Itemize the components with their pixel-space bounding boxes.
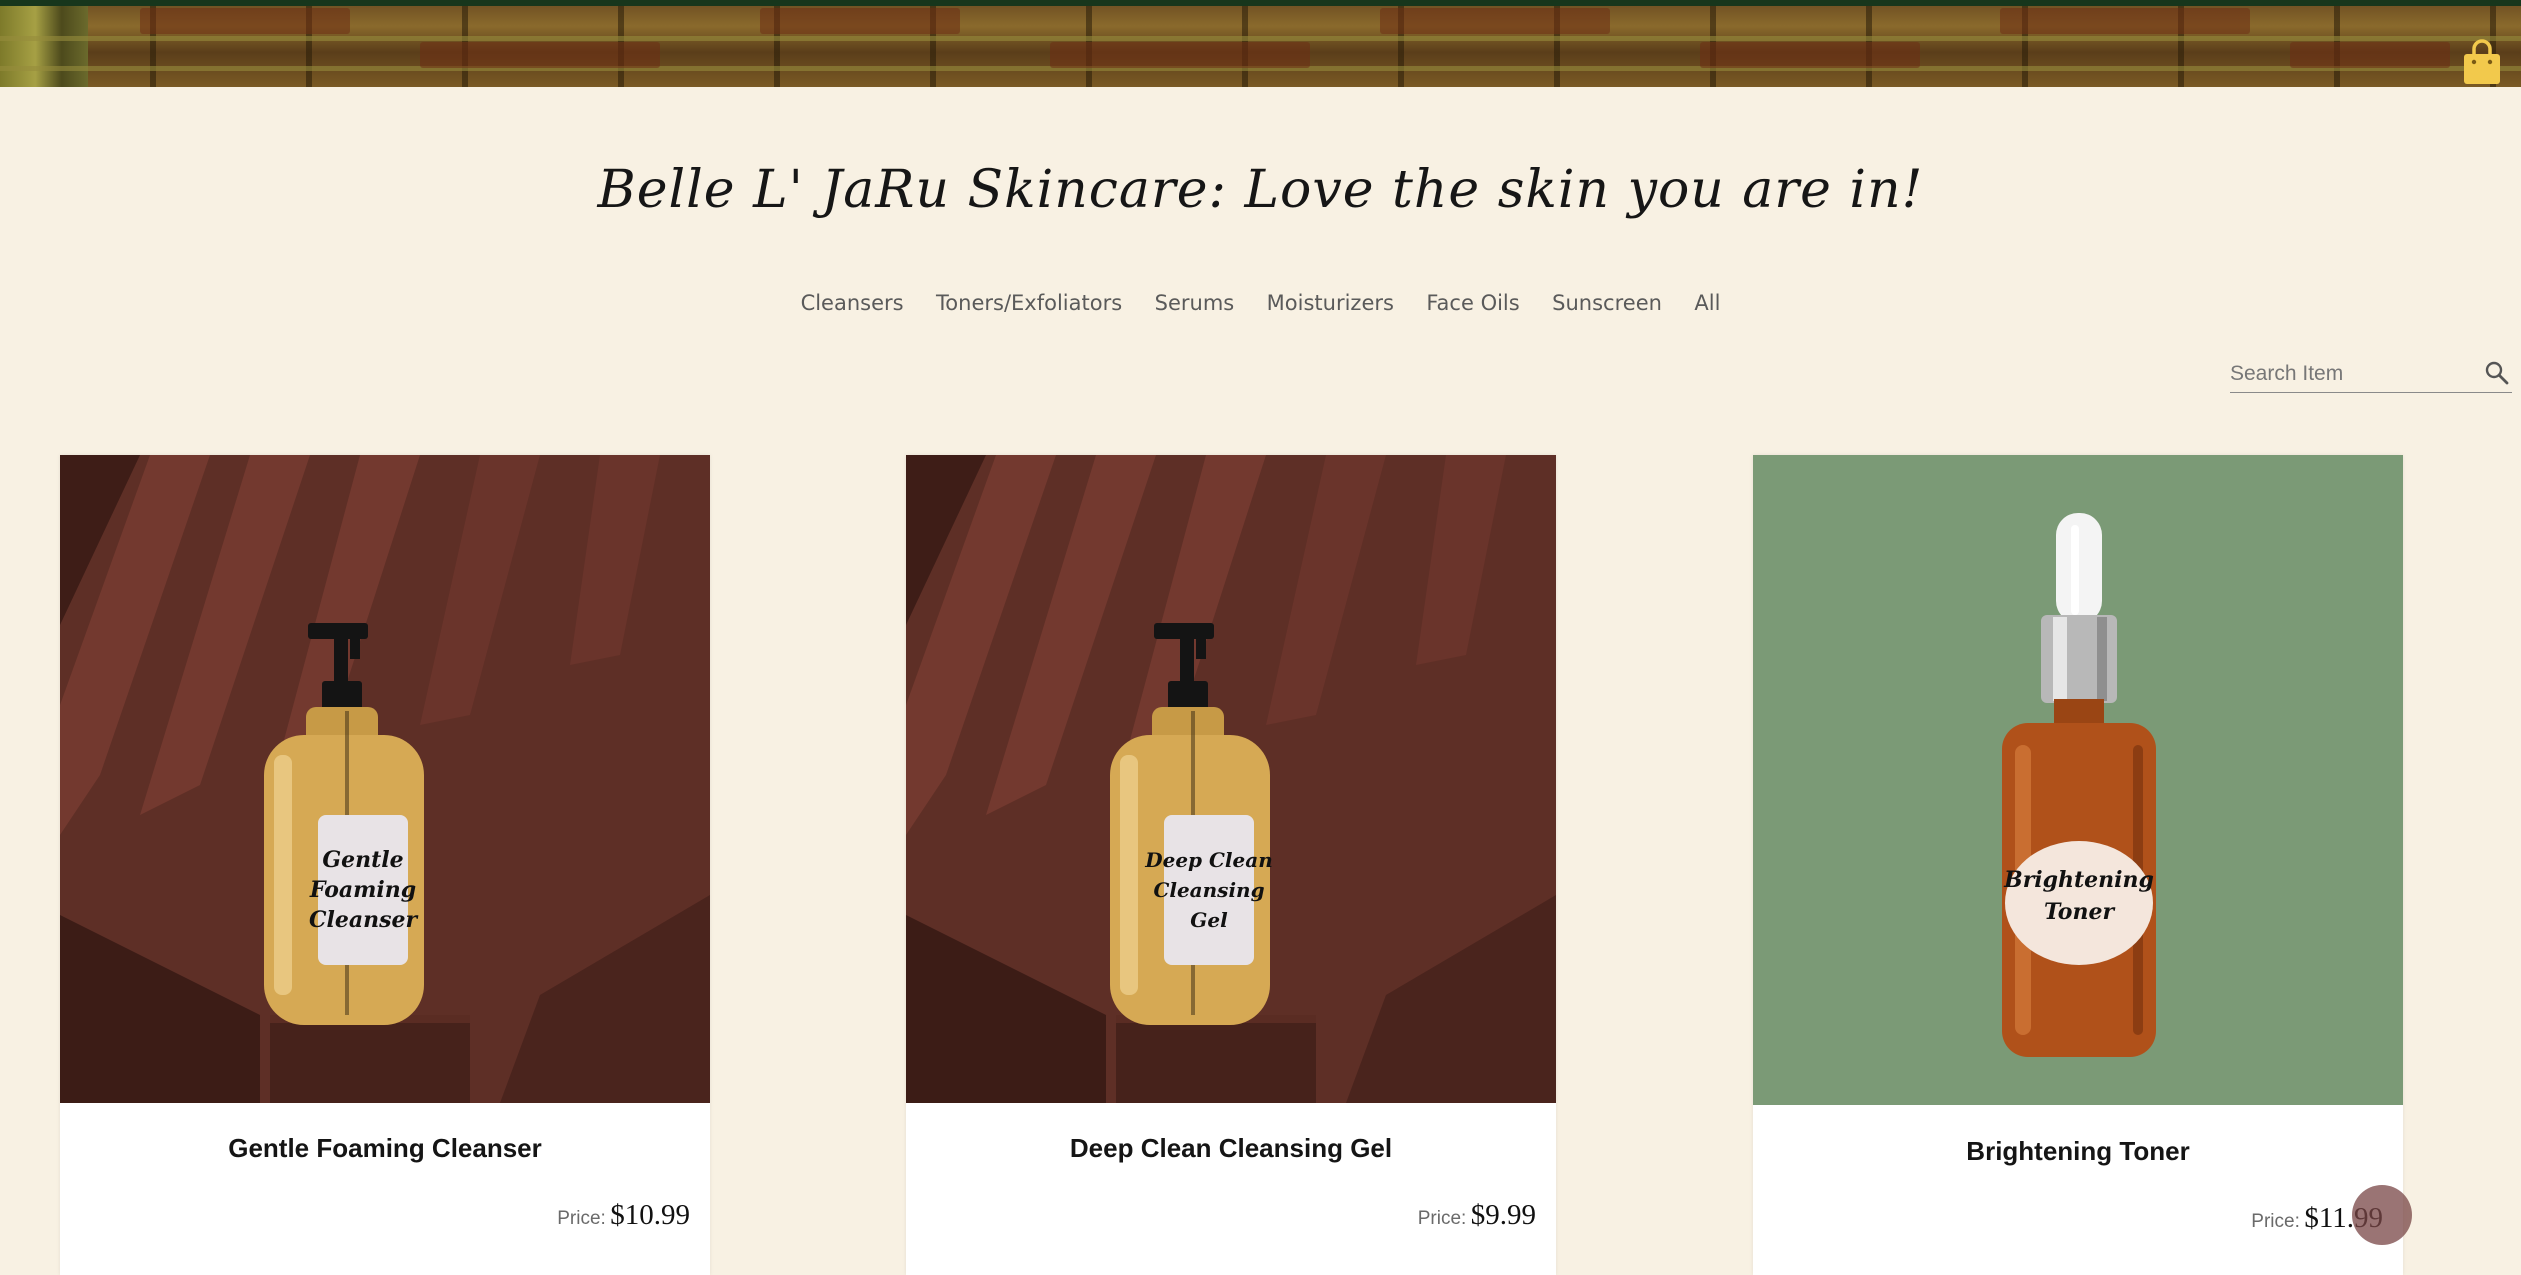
brick <box>1700 42 1920 68</box>
search-bar <box>2230 356 2512 393</box>
price-value: $9.99 <box>1470 1199 1536 1231</box>
nav-item-moisturizers[interactable]: Moisturizers <box>1267 291 1394 315</box>
banner-top-line <box>0 0 2521 6</box>
brick-mortar-line <box>0 36 2521 41</box>
bottle-label-line: Cleanser <box>309 907 418 933</box>
brick <box>760 8 960 34</box>
price-label: Price: <box>1417 1208 1467 1229</box>
product-image[interactable]: Gentle Foaming Cleanser <box>60 455 710 1103</box>
price-value: $10.99 <box>610 1199 690 1231</box>
product-image[interactable]: Brightening Toner <box>1753 455 2403 1105</box>
bottle-label-line: Gentle <box>322 847 403 873</box>
bottle-label-line: Toner <box>2044 899 2116 925</box>
brick <box>2000 8 2250 34</box>
product-name[interactable]: Deep Clean Cleansing Gel <box>906 1133 1556 1164</box>
search-icon[interactable] <box>2484 360 2510 386</box>
bottle-label-line: Gel <box>1190 908 1228 932</box>
header-banner <box>0 0 2521 87</box>
nav-item-sunscreen[interactable]: Sunscreen <box>1552 291 1662 315</box>
product-price: Price: $9.99 <box>1418 1199 1536 1232</box>
product-card-deep-clean-cleansing-gel[interactable]: Deep Clean Cleansing Gel Deep Clean Clea… <box>906 455 1556 1275</box>
price-label: Price: <box>2251 1211 2300 1232</box>
banner-left-post <box>0 6 88 87</box>
bottle-label-line: Brightening <box>2003 867 2154 893</box>
product-card-gentle-foaming-cleanser[interactable]: Gentle Foaming Cleanser Gentle Foaming C… <box>60 455 710 1275</box>
nav-item-cleansers[interactable]: Cleansers <box>801 291 904 315</box>
bottle-label-line: Deep Clean <box>1144 848 1272 872</box>
product-name[interactable]: Brightening Toner <box>1753 1136 2403 1167</box>
product-card-brightening-toner[interactable]: Brightening Toner Brightening Toner Pric… <box>1753 455 2403 1275</box>
page-title: Belle L' JaRu Skincare: Love the skin yo… <box>597 160 1924 220</box>
scroll-to-top-button[interactable] <box>2352 1185 2412 1245</box>
brick <box>2290 42 2450 68</box>
product-price: Price: $10.99 <box>557 1199 690 1232</box>
bottle-label-line: Cleansing <box>1153 878 1264 902</box>
category-nav: Cleansers Toners/Exfoliators Serums Mois… <box>0 291 2521 315</box>
search-input[interactable] <box>2230 356 2470 392</box>
nav-item-face-oils[interactable]: Face Oils <box>1426 291 1519 315</box>
brick <box>140 8 350 34</box>
product-name[interactable]: Gentle Foaming Cleanser <box>60 1133 710 1164</box>
nav-item-toners-exfoliators[interactable]: Toners/Exfoliators <box>936 291 1122 315</box>
brick <box>1380 8 1610 34</box>
nav-item-serums[interactable]: Serums <box>1155 291 1235 315</box>
price-label: Price: <box>557 1208 606 1229</box>
bottle-label-line: Foaming <box>309 877 416 903</box>
shopping-bag-icon[interactable] <box>2461 38 2503 86</box>
brick <box>1050 42 1310 68</box>
nav-item-all[interactable]: All <box>1694 291 1720 315</box>
brick <box>420 42 660 68</box>
product-image[interactable]: Deep Clean Cleansing Gel <box>906 455 1556 1103</box>
